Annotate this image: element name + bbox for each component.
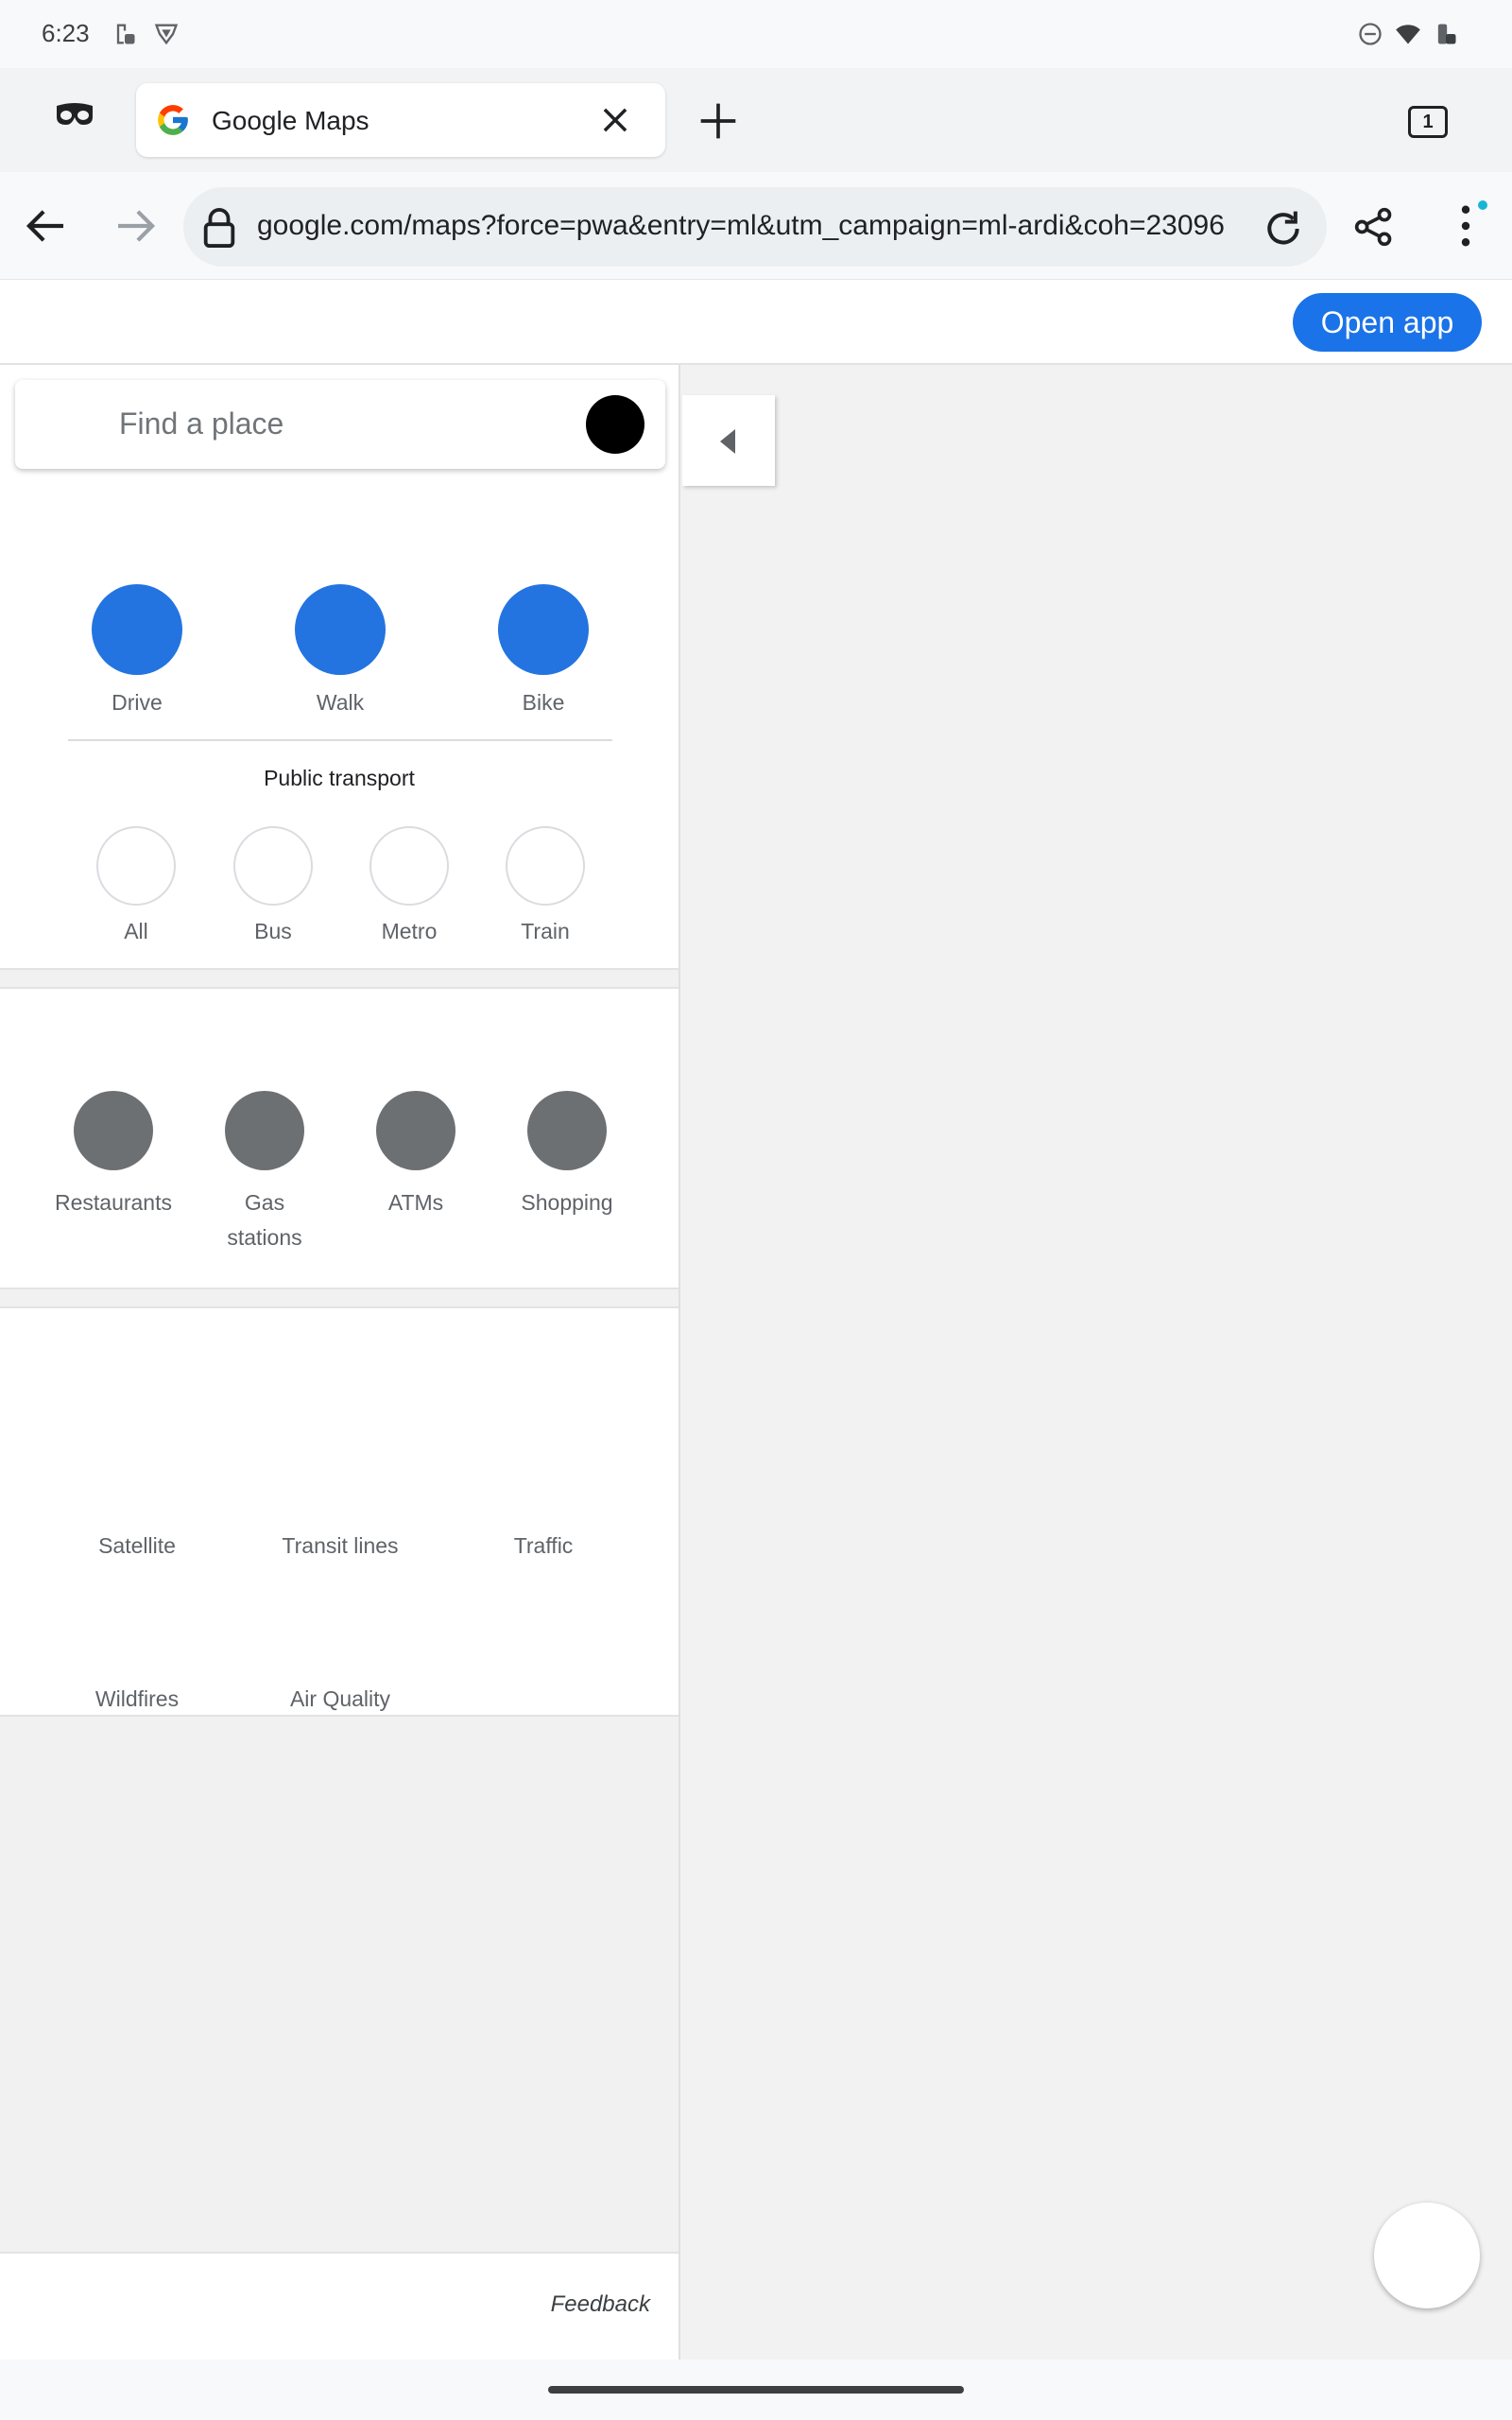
traffic-thumbnail bbox=[501, 1431, 586, 1516]
nearby-shopping[interactable]: Shopping bbox=[491, 1091, 643, 1220]
status-time: 6:23 bbox=[42, 19, 90, 47]
transit-all[interactable]: All bbox=[75, 826, 198, 944]
system-nav-bar bbox=[0, 2360, 1512, 2420]
address-bar[interactable]: google.com/maps?force=pwa&entry=ml&utm_c… bbox=[183, 187, 1327, 267]
shopping-icon bbox=[527, 1091, 607, 1170]
update-badge bbox=[1478, 200, 1487, 210]
my-location-button[interactable] bbox=[1374, 2203, 1480, 2308]
train-icon bbox=[506, 826, 585, 906]
page-header: Open app bbox=[0, 280, 1512, 365]
tab-strip: Google Maps 1 bbox=[0, 68, 1512, 172]
public-transport-heading: Public transport bbox=[264, 766, 415, 790]
url-text[interactable]: google.com/maps?force=pwa&entry=ml&utm_c… bbox=[257, 210, 1230, 242]
incognito-icon[interactable] bbox=[55, 102, 94, 127]
more-vert-icon[interactable] bbox=[1459, 204, 1472, 248]
tab-google-maps[interactable]: Google Maps bbox=[136, 83, 665, 157]
work-profile-icon bbox=[116, 24, 135, 44]
new-tab-icon[interactable] bbox=[697, 100, 739, 142]
layer-satellite[interactable]: Satellite bbox=[43, 1431, 232, 1559]
lock-icon[interactable] bbox=[202, 208, 236, 248]
search-box[interactable]: Find a place bbox=[15, 380, 665, 469]
transit-label: All bbox=[124, 919, 148, 943]
nearby-label: Shopping bbox=[521, 1190, 613, 1215]
avatar[interactable] bbox=[586, 395, 644, 454]
reload-icon[interactable] bbox=[1263, 208, 1304, 250]
tab-switcher-button[interactable]: 1 bbox=[1408, 106, 1448, 138]
transit-label: Bus bbox=[254, 919, 292, 943]
back-arrow-icon[interactable] bbox=[23, 208, 68, 244]
transit-metro[interactable]: Metro bbox=[348, 826, 471, 944]
travel-modes-section: Find a place Drive Walk Bike Public tran… bbox=[0, 365, 679, 970]
chevron-left-icon bbox=[720, 429, 735, 454]
dnd-icon bbox=[1359, 23, 1382, 45]
feedback-link[interactable]: Feedback bbox=[551, 2291, 650, 2318]
divider bbox=[68, 739, 612, 741]
nearby-section: Restaurants Gas stations ATMs Shopping bbox=[0, 987, 679, 1289]
nearby-label: Restaurants bbox=[54, 1190, 172, 1215]
nearby-label: ATMs bbox=[387, 1190, 444, 1215]
nearby-gas-stations[interactable]: Gas stations bbox=[189, 1091, 340, 1255]
open-app-button[interactable]: Open app bbox=[1293, 293, 1482, 352]
transit-train[interactable]: Train bbox=[484, 826, 607, 944]
search-input[interactable]: Find a place bbox=[119, 406, 284, 441]
layer-label: Satellite bbox=[98, 1533, 176, 1558]
gas-station-icon bbox=[225, 1091, 304, 1170]
google-g-icon bbox=[158, 105, 188, 135]
transit-label: Train bbox=[521, 919, 570, 943]
mode-label: Walk bbox=[316, 690, 365, 715]
transit-lines-thumbnail bbox=[298, 1431, 383, 1516]
nearby-restaurants[interactable]: Restaurants bbox=[38, 1091, 189, 1220]
mode-drive[interactable]: Drive bbox=[71, 584, 203, 716]
side-panel: Find a place Drive Walk Bike Public tran… bbox=[0, 365, 680, 2360]
drive-icon bbox=[92, 584, 182, 675]
bus-icon bbox=[233, 826, 313, 906]
home-handle[interactable] bbox=[548, 2386, 964, 2394]
forward-arrow-icon[interactable] bbox=[113, 208, 159, 244]
wildfires-thumbnail bbox=[94, 1584, 180, 1669]
panel-footer: Feedback bbox=[0, 2252, 679, 2360]
walk-icon bbox=[295, 584, 386, 675]
layer-label: Air Quality bbox=[289, 1686, 391, 1711]
mode-label: Drive bbox=[112, 690, 163, 715]
layer-label: Wildfires bbox=[94, 1686, 180, 1711]
layer-label: Traffic bbox=[513, 1533, 574, 1558]
mode-label: Bike bbox=[522, 690, 565, 715]
mode-bike[interactable]: Bike bbox=[477, 584, 610, 716]
layer-traffic[interactable]: Traffic bbox=[449, 1431, 638, 1559]
restaurant-icon bbox=[74, 1091, 153, 1170]
metro-icon bbox=[369, 826, 449, 906]
atm-icon bbox=[376, 1091, 455, 1170]
map-layers-section: Satellite Transit lines Traffic Wildfire… bbox=[0, 1306, 679, 1717]
layer-transit-lines[interactable]: Transit lines bbox=[246, 1431, 435, 1559]
share-icon[interactable] bbox=[1353, 206, 1395, 248]
layer-wildfires[interactable]: Wildfires bbox=[43, 1584, 232, 1712]
vpn-shield-icon bbox=[154, 24, 179, 45]
transit-all-icon bbox=[96, 826, 176, 906]
layer-air-quality[interactable]: Air Quality bbox=[246, 1584, 435, 1712]
nearby-atms[interactable]: ATMs bbox=[340, 1091, 491, 1220]
battery-icon bbox=[1437, 24, 1456, 44]
collapse-panel-button[interactable] bbox=[682, 395, 775, 486]
wifi-icon bbox=[1396, 25, 1420, 44]
close-icon[interactable] bbox=[597, 102, 633, 138]
tab-title: Google Maps bbox=[212, 106, 369, 135]
satellite-thumbnail bbox=[94, 1431, 180, 1516]
nearby-label: Gas stations bbox=[227, 1190, 302, 1250]
air-quality-thumbnail bbox=[298, 1584, 383, 1669]
layer-label: Transit lines bbox=[282, 1533, 399, 1558]
transit-bus[interactable]: Bus bbox=[212, 826, 335, 944]
browser-toolbar: google.com/maps?force=pwa&entry=ml&utm_c… bbox=[0, 172, 1512, 280]
status-bar: 6:23 bbox=[0, 0, 1512, 68]
bike-icon bbox=[498, 584, 589, 675]
mode-walk[interactable]: Walk bbox=[274, 584, 406, 716]
transit-label: Metro bbox=[381, 919, 438, 943]
